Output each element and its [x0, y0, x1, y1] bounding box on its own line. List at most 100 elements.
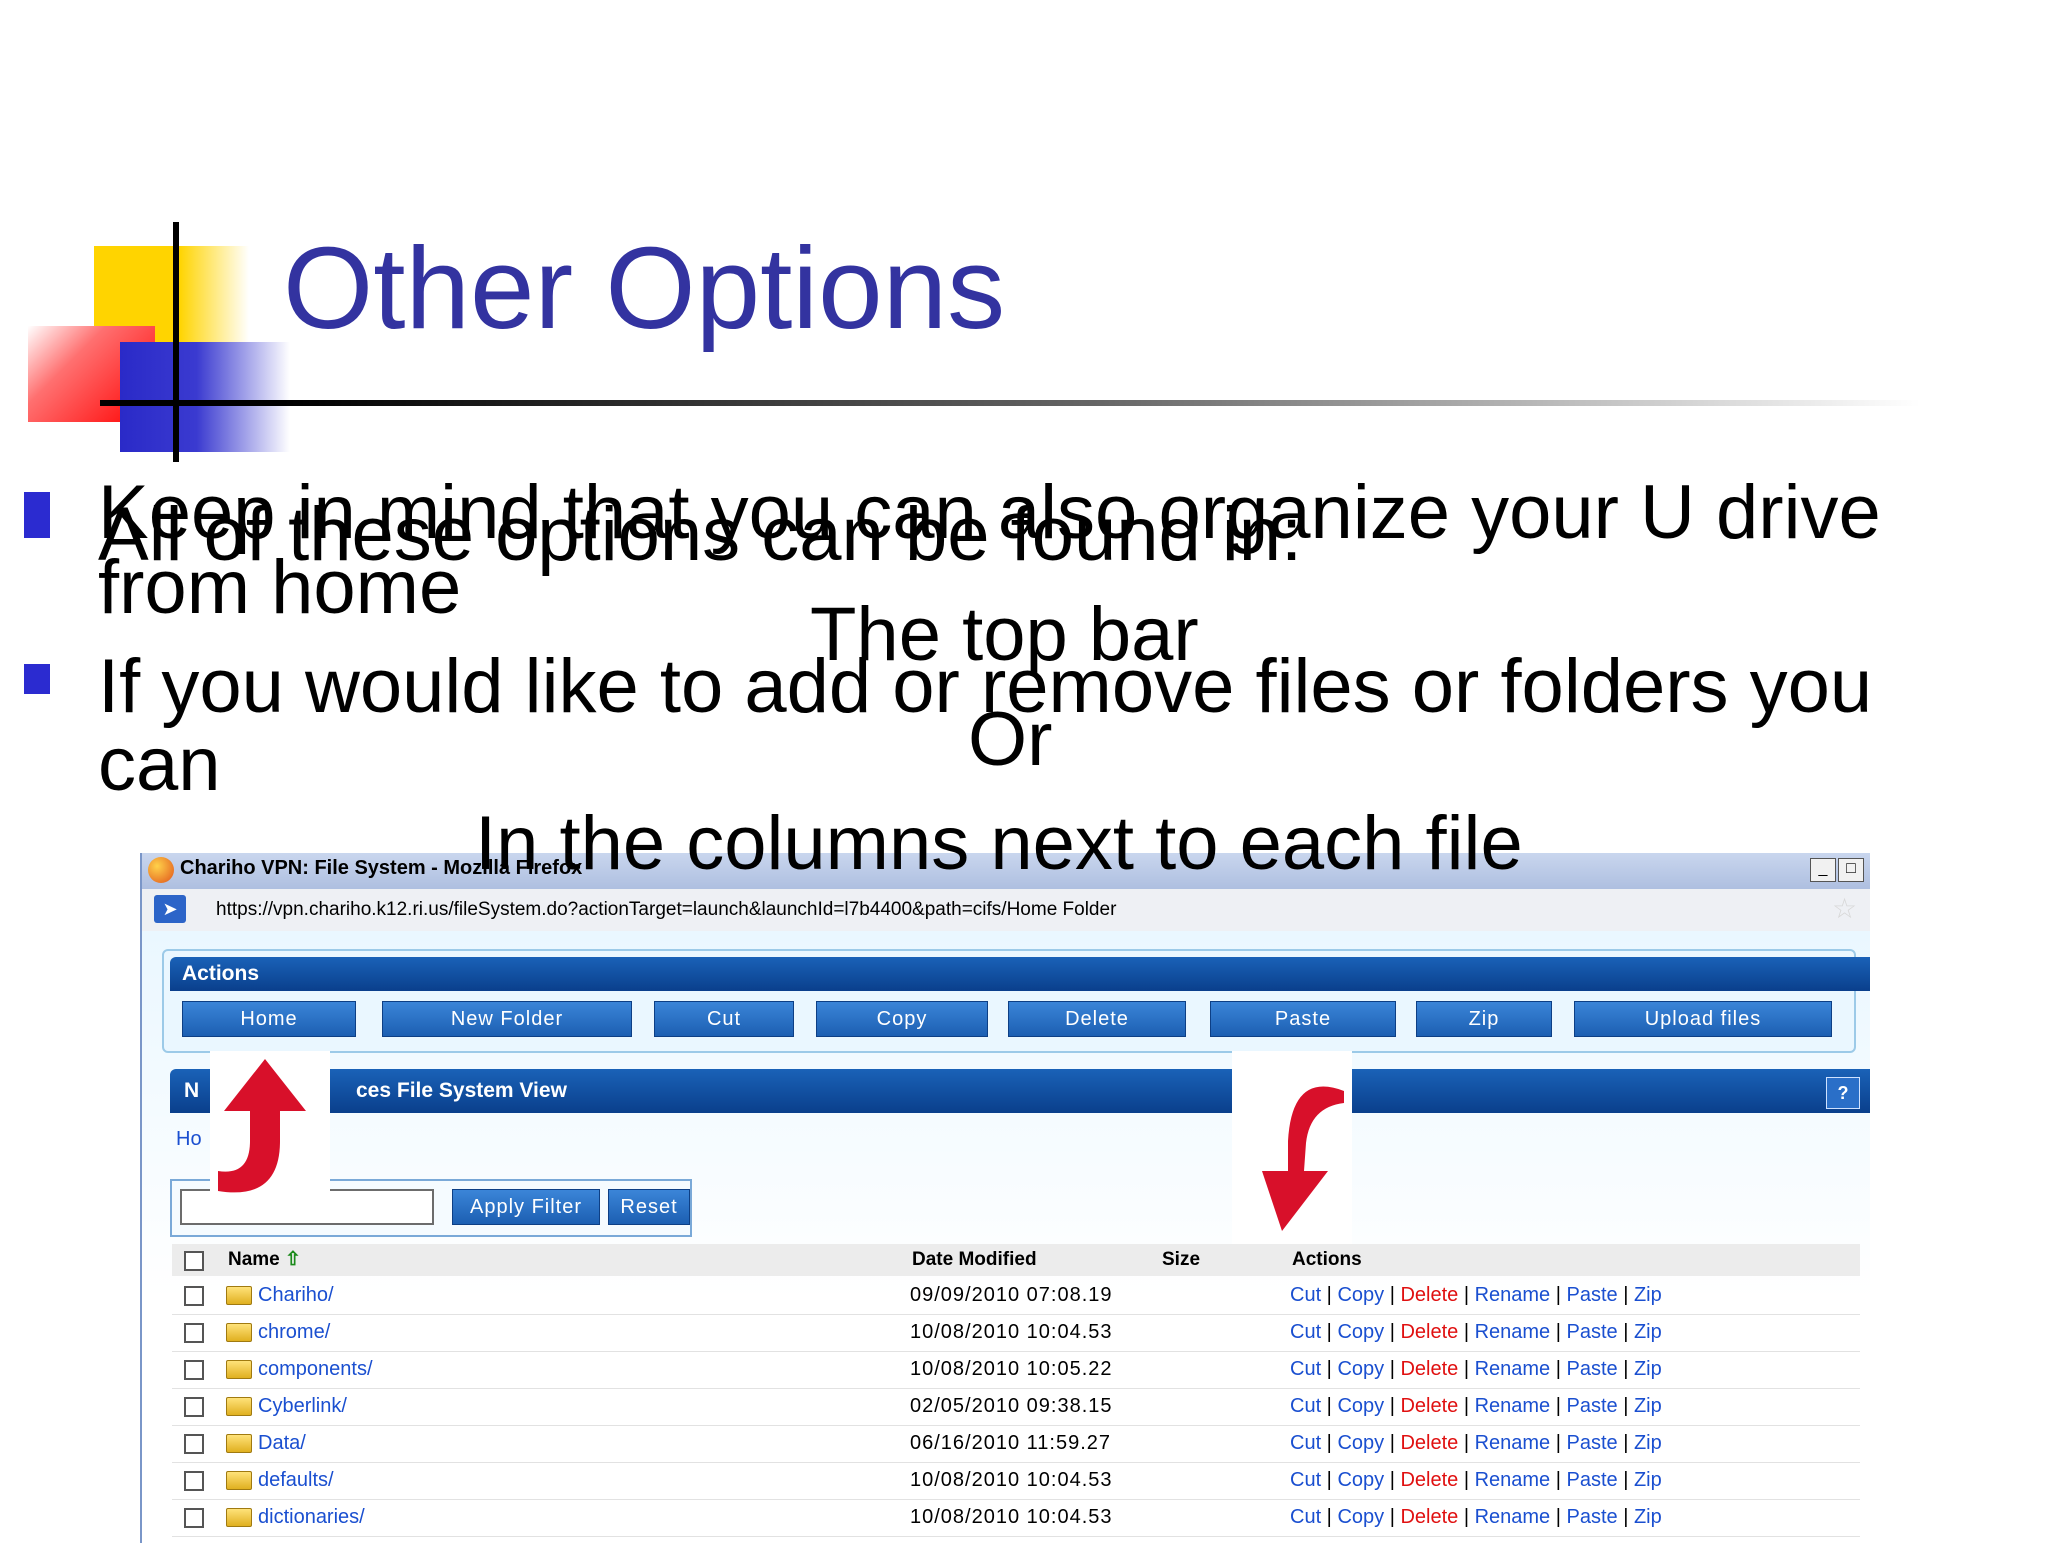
row-delete-link[interactable]: Delete: [1400, 1432, 1458, 1454]
row-cut-link[interactable]: Cut: [1290, 1506, 1321, 1528]
minimize-button[interactable]: _: [1810, 858, 1836, 882]
bookmark-star-icon[interactable]: ☆: [1832, 895, 1857, 923]
maximize-button[interactable]: □: [1838, 858, 1864, 882]
row-checkbox[interactable]: [184, 1323, 204, 1343]
fs-view-header-right: ces File System View: [356, 1079, 567, 1102]
action-separator: |: [1550, 1358, 1567, 1380]
row-checkbox[interactable]: [184, 1397, 204, 1417]
action-separator: |: [1384, 1506, 1401, 1528]
row-copy-link[interactable]: Copy: [1337, 1469, 1384, 1491]
row-zip-link[interactable]: Zip: [1634, 1395, 1662, 1417]
action-separator: |: [1321, 1432, 1338, 1454]
row-checkbox[interactable]: [184, 1471, 204, 1491]
row-rename-link[interactable]: Rename: [1475, 1321, 1551, 1343]
folder-icon: [226, 1434, 252, 1453]
column-date-header[interactable]: Date Modified: [912, 1244, 1037, 1276]
row-paste-link[interactable]: Paste: [1567, 1284, 1618, 1306]
row-paste-link[interactable]: Paste: [1567, 1506, 1618, 1528]
row-paste-link[interactable]: Paste: [1567, 1395, 1618, 1417]
action-separator: |: [1550, 1469, 1567, 1491]
row-rename-link[interactable]: Rename: [1475, 1284, 1551, 1306]
row-cut-link[interactable]: Cut: [1290, 1432, 1321, 1454]
row-rename-link[interactable]: Rename: [1475, 1432, 1551, 1454]
row-rename-link[interactable]: Rename: [1475, 1506, 1551, 1528]
action-separator: |: [1617, 1358, 1634, 1380]
row-cut-link[interactable]: Cut: [1290, 1469, 1321, 1491]
delete-button[interactable]: Delete: [1008, 1001, 1186, 1037]
row-delete-link[interactable]: Delete: [1400, 1395, 1458, 1417]
action-separator: |: [1384, 1284, 1401, 1306]
row-checkbox[interactable]: [184, 1434, 204, 1454]
file-name-link[interactable]: Cyberlink/: [258, 1388, 347, 1425]
select-all-checkbox[interactable]: [184, 1251, 204, 1271]
action-separator: |: [1550, 1284, 1567, 1306]
row-delete-link[interactable]: Delete: [1400, 1358, 1458, 1380]
row-copy-link[interactable]: Copy: [1337, 1395, 1384, 1417]
column-name-header[interactable]: Name ⇧: [228, 1244, 301, 1276]
row-cut-link[interactable]: Cut: [1290, 1358, 1321, 1380]
row-zip-link[interactable]: Zip: [1634, 1284, 1662, 1306]
row-delete-link[interactable]: Delete: [1400, 1469, 1458, 1491]
sort-ascending-icon: ⇧: [285, 1249, 301, 1270]
row-zip-link[interactable]: Zip: [1634, 1358, 1662, 1380]
row-actions: Cut | Copy | Delete | Rename | Paste | Z…: [1290, 1314, 1662, 1351]
row-paste-link[interactable]: Paste: [1567, 1358, 1618, 1380]
home-button[interactable]: Home: [182, 1001, 356, 1037]
column-size-header[interactable]: Size: [1162, 1244, 1200, 1276]
row-checkbox[interactable]: [184, 1286, 204, 1306]
table-row: defaults/10/08/2010 10:04.53 Cut | Copy |…: [172, 1462, 1860, 1500]
row-actions: Cut | Copy | Delete | Rename | Paste | Z…: [1290, 1277, 1662, 1314]
row-paste-link[interactable]: Paste: [1567, 1469, 1618, 1491]
row-rename-link[interactable]: Rename: [1475, 1469, 1551, 1491]
new-folder-button[interactable]: New Folder: [382, 1001, 632, 1037]
action-separator: |: [1617, 1469, 1634, 1491]
row-delete-link[interactable]: Delete: [1400, 1506, 1458, 1528]
row-zip-link[interactable]: Zip: [1634, 1321, 1662, 1343]
row-zip-link[interactable]: Zip: [1634, 1432, 1662, 1454]
row-rename-link[interactable]: Rename: [1475, 1395, 1551, 1417]
row-delete-link[interactable]: Delete: [1400, 1284, 1458, 1306]
folder-icon: [226, 1360, 252, 1379]
row-checkbox[interactable]: [184, 1360, 204, 1380]
row-delete-link[interactable]: Delete: [1400, 1321, 1458, 1343]
row-copy-link[interactable]: Copy: [1337, 1358, 1384, 1380]
file-name-link[interactable]: components/: [258, 1351, 373, 1388]
paste-button[interactable]: Paste: [1210, 1001, 1396, 1037]
row-rename-link[interactable]: Rename: [1475, 1358, 1551, 1380]
file-date: 06/16/2010 11:59.27: [910, 1432, 1112, 1454]
row-copy-link[interactable]: Copy: [1337, 1506, 1384, 1528]
row-actions: Cut | Copy | Delete | Rename | Paste | Z…: [1290, 1425, 1662, 1462]
file-name-link[interactable]: defaults/: [258, 1462, 334, 1499]
url-field[interactable]: https://vpn.chariho.k12.ri.us/fileSystem…: [216, 899, 1116, 921]
file-name-link[interactable]: dictionaries/: [258, 1499, 365, 1536]
apply-filter-button[interactable]: Apply Filter: [452, 1189, 600, 1225]
file-name-link[interactable]: chrome/: [258, 1314, 330, 1351]
action-separator: |: [1458, 1395, 1475, 1417]
browser-window: Chariho VPN: File System - Mozilla Firef…: [140, 853, 1870, 1543]
action-separator: |: [1384, 1395, 1401, 1417]
row-copy-link[interactable]: Copy: [1337, 1284, 1384, 1306]
breadcrumb-home-link[interactable]: Ho: [176, 1121, 202, 1158]
row-paste-link[interactable]: Paste: [1567, 1432, 1618, 1454]
help-button[interactable]: ?: [1826, 1077, 1860, 1109]
copy-button[interactable]: Copy: [816, 1001, 988, 1037]
row-copy-link[interactable]: Copy: [1337, 1432, 1384, 1454]
action-separator: |: [1384, 1469, 1401, 1491]
row-paste-link[interactable]: Paste: [1567, 1321, 1618, 1343]
file-name-link[interactable]: Data/: [258, 1425, 306, 1462]
action-separator: |: [1321, 1284, 1338, 1306]
zip-button[interactable]: Zip: [1416, 1001, 1552, 1037]
site-identity-icon[interactable]: ➤: [154, 895, 186, 923]
folder-icon: [226, 1508, 252, 1527]
row-cut-link[interactable]: Cut: [1290, 1395, 1321, 1417]
file-name-link[interactable]: Chariho/: [258, 1277, 334, 1314]
row-zip-link[interactable]: Zip: [1634, 1506, 1662, 1528]
row-checkbox[interactable]: [184, 1508, 204, 1528]
cut-button[interactable]: Cut: [654, 1001, 794, 1037]
row-cut-link[interactable]: Cut: [1290, 1321, 1321, 1343]
row-zip-link[interactable]: Zip: [1634, 1469, 1662, 1491]
upload-files-button[interactable]: Upload files: [1574, 1001, 1832, 1037]
row-cut-link[interactable]: Cut: [1290, 1284, 1321, 1306]
row-copy-link[interactable]: Copy: [1337, 1321, 1384, 1343]
reset-filter-button[interactable]: Reset: [608, 1189, 690, 1225]
